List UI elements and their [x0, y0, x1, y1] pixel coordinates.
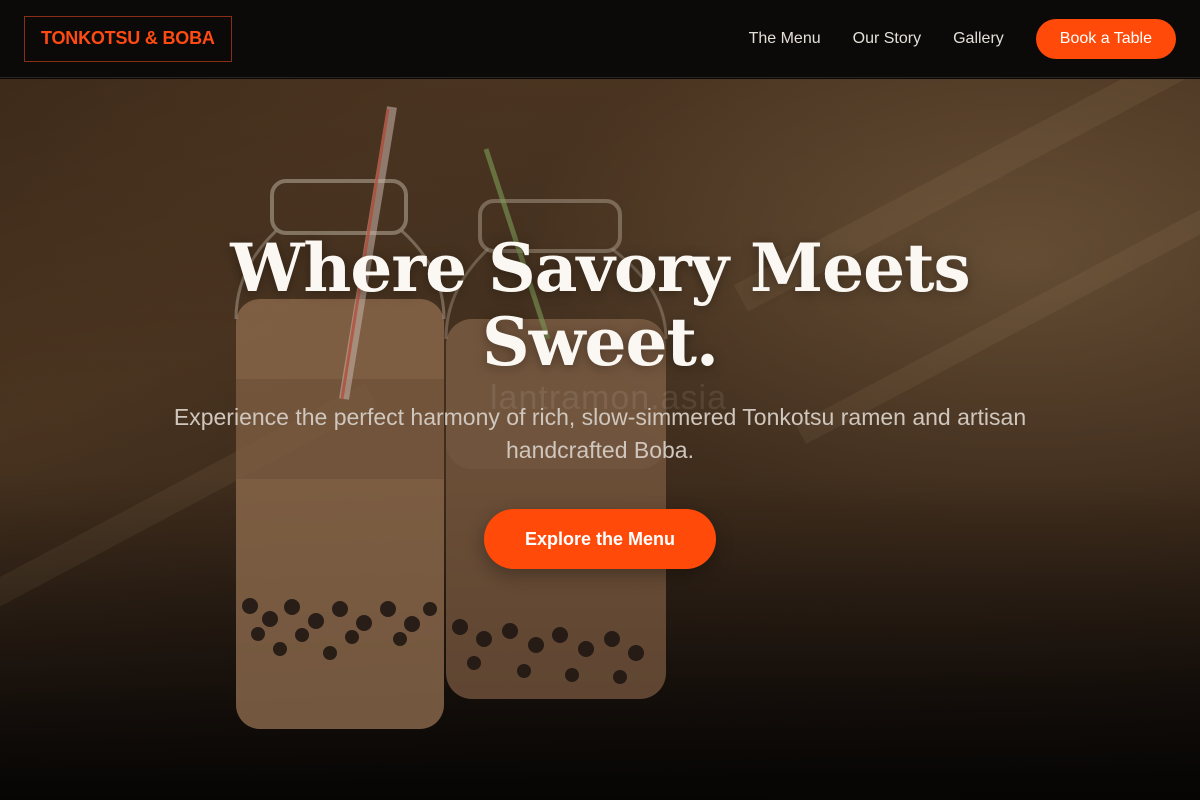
explore-menu-button[interactable]: Explore the Menu	[484, 509, 716, 569]
brand-logo[interactable]: TONKOTSU & BOBA	[24, 15, 232, 62]
nav-link-our-story[interactable]: Our Story	[853, 30, 921, 48]
nav-link-menu[interactable]: The Menu	[749, 30, 821, 48]
book-table-button[interactable]: Book a Table	[1035, 18, 1176, 59]
hero-content: Where Savory Meets Sweet. Experience the…	[0, 79, 1200, 800]
hero-headline: Where Savory Meets Sweet.	[230, 229, 970, 381]
site-header: TONKOTSU & BOBA The Menu Our Story Galle…	[0, 0, 1200, 78]
hero-subtext: Experience the perfect harmony of rich, …	[173, 404, 1027, 463]
hero-section: lantramon.asia Where Savory Meets Sweet.…	[0, 79, 1200, 800]
main-nav: The Menu Our Story Gallery Book a Table	[749, 18, 1176, 59]
nav-link-gallery[interactable]: Gallery	[953, 30, 1004, 48]
